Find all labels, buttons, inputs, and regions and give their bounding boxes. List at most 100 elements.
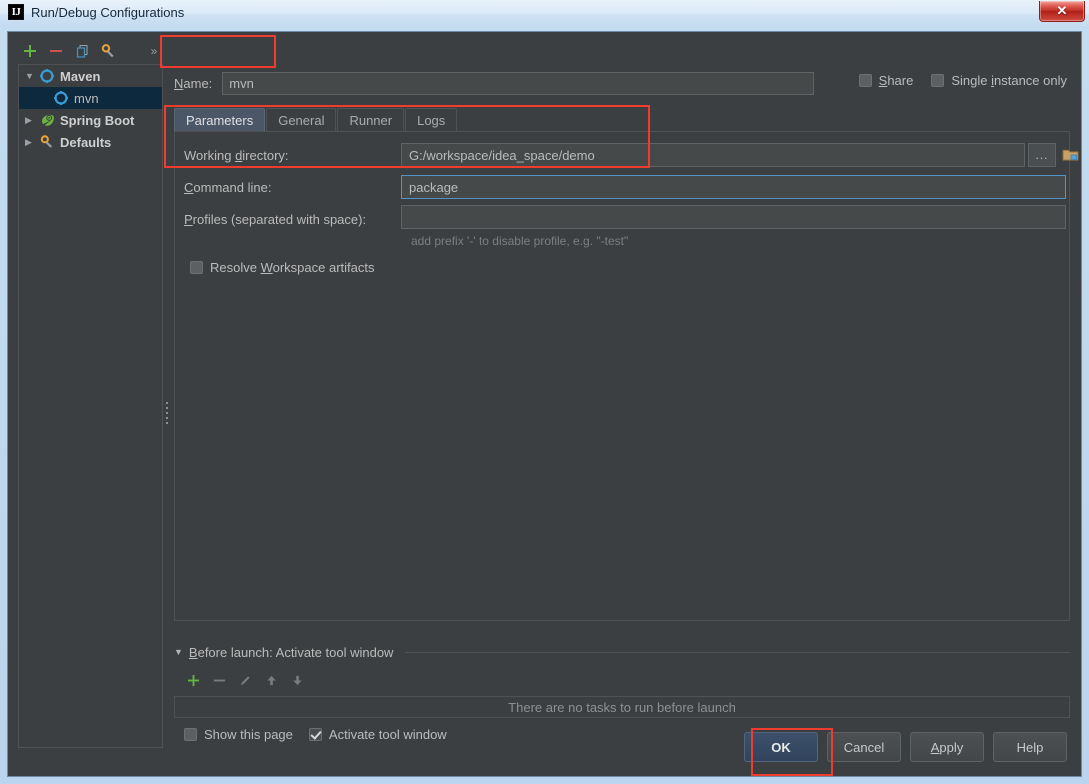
add-task-button[interactable] — [182, 669, 204, 691]
before-launch-toolbar — [174, 667, 1070, 693]
remove-configuration-button[interactable] — [44, 40, 68, 62]
tab-logs[interactable]: Logs — [405, 108, 458, 132]
configuration-flags: Share Single instance only — [858, 73, 1067, 88]
panel-splitter[interactable] — [163, 397, 170, 429]
tree-item-label: Defaults — [60, 134, 112, 150]
activate-tool-window-label: Activate tool window — [328, 727, 447, 742]
before-launch-section: ▼ Before launch: Activate tool window Th… — [174, 642, 1070, 742]
cancel-button[interactable]: Cancel — [827, 732, 901, 762]
working-directory-label: Working directory: — [184, 147, 289, 163]
run-debug-configurations-dialog: » ▼ Maven mvn ▶ Spring Boot ▶ Defaults N… — [8, 32, 1081, 776]
folder-icon-button[interactable] — [1059, 143, 1081, 165]
tab-general[interactable]: General — [266, 108, 337, 132]
working-directory-input[interactable] — [401, 143, 1025, 167]
single-instance-checkbox[interactable] — [931, 74, 945, 87]
before-launch-empty-text: There are no tasks to run before launch — [508, 699, 736, 715]
parameters-panel: Working directory: ... Command line: Pro… — [174, 131, 1078, 621]
tree-item-label: mvn — [74, 90, 99, 106]
splitter-dot — [165, 402, 168, 404]
tree-item-maven[interactable]: ▼ Maven — [19, 65, 162, 87]
plus-icon — [187, 674, 199, 686]
name-label: Name: — [174, 75, 213, 91]
activate-tool-window-checkbox[interactable] — [308, 728, 322, 741]
minus-icon — [50, 50, 62, 52]
profiles-label: Profiles (separated with space): — [184, 211, 367, 227]
defaults-wrench-icon — [39, 134, 55, 150]
show-this-page-row[interactable]: Show this page — [184, 727, 293, 742]
command-line-input[interactable] — [401, 175, 1066, 199]
apply-button[interactable]: Apply — [910, 732, 984, 762]
configurations-tree[interactable]: ▼ Maven mvn ▶ Spring Boot ▶ Defaults — [18, 64, 163, 748]
activate-tool-window-row[interactable]: Activate tool window — [308, 727, 447, 742]
share-checkbox[interactable] — [858, 74, 872, 87]
profiles-input[interactable] — [401, 205, 1066, 229]
share-checkbox-row[interactable]: Share — [858, 73, 914, 88]
show-this-page-checkbox[interactable] — [184, 728, 197, 741]
working-directory-row: Working directory: — [184, 143, 289, 167]
resolve-workspace-artifacts-label: Resolve Workspace artifacts — [210, 260, 375, 275]
profiles-hint: add prefix '-' to disable profile, e.g. … — [411, 234, 629, 248]
remove-task-button — [208, 669, 230, 691]
twisty-collapsed-icon[interactable]: ▶ — [25, 115, 39, 126]
tree-item-defaults[interactable]: ▶ Defaults — [19, 131, 162, 153]
maven-gear-icon — [53, 90, 69, 106]
resolve-workspace-artifacts-checkbox[interactable] — [190, 261, 203, 274]
twisty-expanded-icon[interactable]: ▼ — [25, 71, 39, 81]
dialog-buttons: OK Cancel Apply Help — [744, 732, 1067, 762]
application-window: IJ Run/Debug Configurations ✕ » ▼ Maven … — [0, 0, 1089, 784]
folder-icon — [1062, 149, 1078, 161]
configurations-toolbar: » — [18, 38, 163, 64]
configuration-name-row: Name: — [174, 70, 814, 96]
before-launch-task-list[interactable]: There are no tasks to run before launch — [174, 696, 1070, 718]
copy-configuration-button[interactable] — [70, 40, 94, 62]
add-configuration-button[interactable] — [18, 40, 42, 62]
arrow-up-icon — [266, 675, 276, 685]
resolve-workspace-artifacts-row[interactable]: Resolve Workspace artifacts — [190, 260, 375, 275]
tree-item-label: Spring Boot — [60, 112, 135, 128]
tab-parameters[interactable]: Parameters — [174, 108, 266, 132]
edit-templates-wrench-button[interactable] — [96, 40, 120, 62]
window-title: Run/Debug Configurations — [31, 4, 185, 20]
minus-icon — [213, 679, 225, 681]
pencil-icon — [240, 675, 250, 685]
move-task-up-button — [260, 669, 282, 691]
wrench-icon — [101, 43, 113, 57]
share-label: Share — [878, 73, 914, 88]
edit-task-button — [234, 669, 256, 691]
intellij-logo-icon: IJ — [8, 4, 24, 20]
name-input[interactable] — [222, 71, 814, 95]
working-directory-browse-button[interactable]: ... — [1028, 143, 1056, 167]
command-line-label: Command line: — [184, 179, 272, 195]
configuration-tabs: Parameters General Runner Logs — [174, 108, 458, 132]
splitter-dot — [165, 407, 168, 409]
profiles-row: Profiles (separated with space): — [184, 207, 366, 231]
close-window-button[interactable]: ✕ — [1039, 1, 1085, 22]
twisty-collapsed-icon[interactable]: ▶ — [25, 137, 39, 148]
more-options-button[interactable]: » — [145, 44, 163, 58]
tab-runner[interactable]: Runner — [337, 108, 405, 132]
spring-boot-leaf-icon — [39, 112, 55, 128]
maven-gear-icon — [39, 68, 55, 84]
twisty-expanded-icon[interactable]: ▼ — [174, 647, 183, 657]
show-this-page-label: Show this page — [204, 727, 293, 742]
section-divider — [405, 651, 1070, 653]
title-bar-left: IJ Run/Debug Configurations — [8, 4, 184, 20]
tree-item-label: Maven — [60, 68, 101, 84]
splitter-dot — [165, 422, 168, 424]
plus-icon — [24, 45, 36, 57]
tree-item-mvn[interactable]: mvn — [19, 87, 162, 109]
before-launch-title: Before launch: Activate tool window — [188, 644, 394, 660]
title-bar: IJ Run/Debug Configurations ✕ — [0, 0, 1089, 28]
before-launch-header[interactable]: ▼ Before launch: Activate tool window — [174, 642, 1070, 662]
splitter-dot — [165, 412, 168, 414]
help-button[interactable]: Help — [993, 732, 1067, 762]
ok-button[interactable]: OK — [744, 732, 818, 762]
single-instance-checkbox-row[interactable]: Single instance only — [931, 73, 1067, 88]
arrow-down-icon — [292, 675, 302, 685]
copy-icon — [76, 44, 87, 58]
command-line-row: Command line: — [184, 175, 271, 199]
tree-item-spring-boot[interactable]: ▶ Spring Boot — [19, 109, 162, 131]
single-instance-label: Single instance only — [951, 73, 1067, 88]
splitter-dot — [165, 417, 168, 419]
move-task-down-button — [286, 669, 308, 691]
